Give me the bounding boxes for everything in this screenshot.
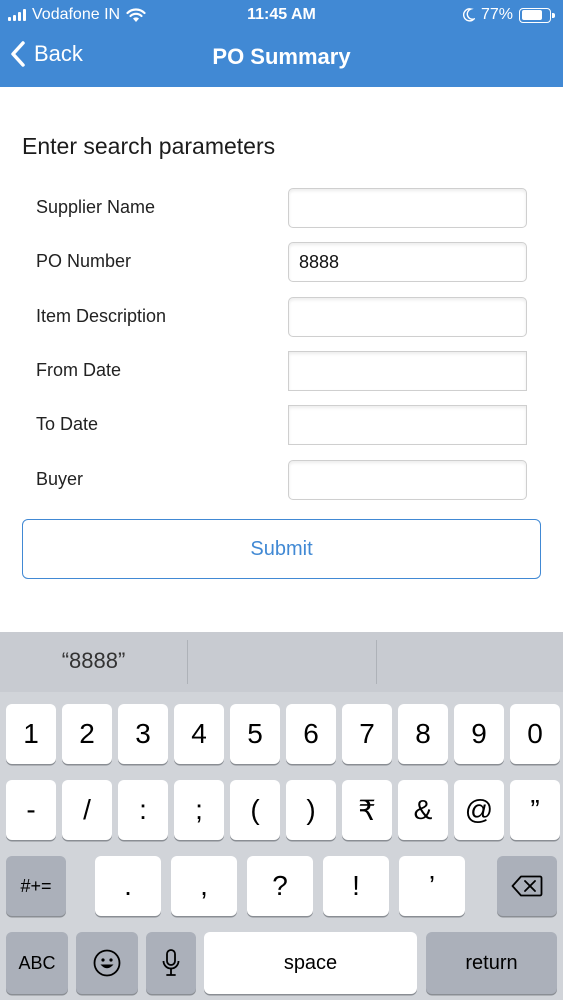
key-backspace[interactable]	[497, 856, 557, 916]
emoji-icon	[93, 949, 121, 977]
key-6[interactable]: 6	[286, 704, 336, 764]
key-9[interactable]: 9	[454, 704, 504, 764]
supplier-name-label: Supplier Name	[36, 197, 156, 217]
key-quote[interactable]: ”	[510, 780, 560, 840]
key-period[interactable]: .	[95, 856, 161, 916]
app-header: Vodafone IN 11:45 AM 77% Back PO Summary	[0, 0, 563, 87]
key-at[interactable]: @	[454, 780, 504, 840]
battery-icon	[519, 7, 555, 23]
battery-level	[521, 10, 543, 20]
key-0[interactable]: 0	[510, 704, 560, 764]
section-title: Enter search parameters	[22, 133, 276, 159]
buyer-label: Buyer	[36, 469, 84, 489]
key-apostrophe[interactable]: ’	[399, 856, 465, 916]
microphone-icon	[162, 949, 180, 976]
key-space[interactable]: space	[204, 932, 417, 994]
form-row-supplier-name: Supplier Name	[0, 188, 563, 228]
battery-percent: 77%	[480, 6, 513, 23]
from-date-input[interactable]	[288, 351, 527, 391]
key-1[interactable]: 1	[6, 704, 56, 764]
status-bar: Vodafone IN 11:45 AM 77%	[0, 0, 563, 30]
form-row-to-date: To Date	[0, 405, 563, 445]
key-semicolon[interactable]: ;	[174, 780, 224, 840]
key-dictation[interactable]	[146, 932, 196, 994]
key-3[interactable]: 3	[118, 704, 168, 764]
from-date-label: From Date	[36, 360, 122, 380]
key-abc[interactable]: ABC	[6, 932, 68, 994]
key-return[interactable]: return	[426, 932, 557, 994]
form-row-from-date: From Date	[0, 351, 563, 391]
key-4[interactable]: 4	[174, 704, 224, 764]
key-7[interactable]: 7	[342, 704, 392, 764]
suggestion-item-empty[interactable]	[188, 632, 376, 692]
suggestion-item-empty[interactable]	[377, 632, 563, 692]
po-number-input[interactable]	[288, 242, 527, 282]
page-title: PO Summary	[212, 44, 351, 69]
to-date-input[interactable]	[288, 405, 527, 445]
form-row-buyer: Buyer	[0, 460, 563, 500]
suggestion-item[interactable]: “8888”	[0, 632, 187, 692]
supplier-name-input[interactable]	[288, 188, 527, 228]
key-rupee[interactable]: ₹	[342, 780, 392, 840]
submit-button[interactable]: Submit	[22, 519, 541, 579]
key-symbols-toggle[interactable]: #+=	[6, 856, 66, 916]
key-comma[interactable]: ,	[171, 856, 237, 916]
nav-bar: Back PO Summary	[0, 36, 563, 80]
form-row-item-description: Item Description	[0, 297, 563, 337]
item-description-label: Item Description	[36, 306, 167, 326]
key-hyphen[interactable]: -	[6, 780, 56, 840]
key-2[interactable]: 2	[62, 704, 112, 764]
key-5[interactable]: 5	[230, 704, 280, 764]
to-date-label: To Date	[36, 414, 99, 434]
status-right: 77%	[462, 6, 555, 24]
key-emoji[interactable]	[76, 932, 138, 994]
key-exclamation[interactable]: !	[323, 856, 389, 916]
key-8[interactable]: 8	[398, 704, 448, 764]
key-ampersand[interactable]: &	[398, 780, 448, 840]
po-number-label: PO Number	[36, 251, 132, 271]
buyer-input[interactable]	[288, 460, 527, 500]
key-colon[interactable]: :	[118, 780, 168, 840]
keyboard: “8888” 1 2 3 4 5 6 7 8 9 0 - / : ; ( ) ₹…	[0, 632, 563, 1000]
key-close-paren[interactable]: )	[286, 780, 336, 840]
key-question[interactable]: ?	[247, 856, 313, 916]
predictive-bar: “8888”	[0, 632, 563, 692]
key-open-paren[interactable]: (	[230, 780, 280, 840]
key-slash[interactable]: /	[62, 780, 112, 840]
form-row-po-number: PO Number	[0, 242, 563, 282]
moon-icon	[462, 8, 475, 22]
backspace-icon	[511, 875, 543, 897]
item-description-input[interactable]	[288, 297, 527, 337]
